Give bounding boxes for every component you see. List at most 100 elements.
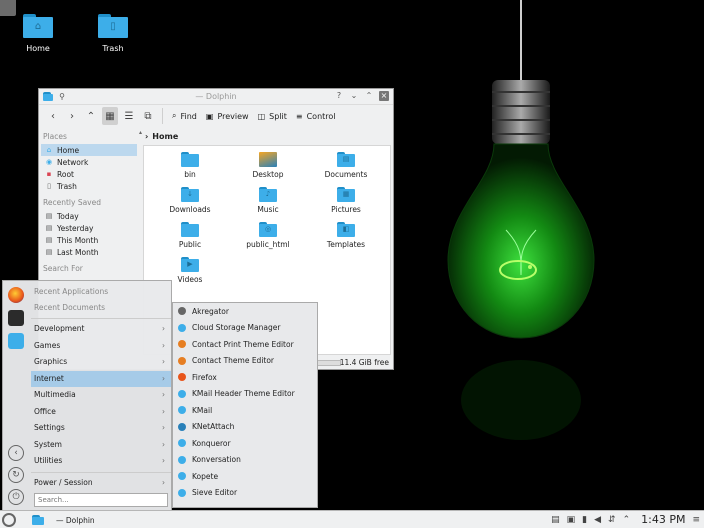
app-icon [178,373,186,382]
file-name: Documents [324,170,368,179]
application-launcher[interactable]: ‹ ↻ ⏻ Recent Applications Recent Documen… [2,280,172,512]
submenu-item[interactable]: Firefox [173,369,317,386]
dolphin-titlebar[interactable]: ⚲ — Dolphin ? ⌄ ⌃ × [39,89,393,105]
submenu-item[interactable]: KNetAttach [173,419,317,436]
back-icon[interactable]: ‹ [8,445,24,461]
place-network[interactable]: ◉ Network [41,156,137,168]
chevron-right-icon: › [162,390,165,399]
dolphin-task-icon[interactable] [32,515,44,525]
chevron-right-icon: › [162,373,165,383]
submenu-item[interactable]: Contact Theme Editor [173,353,317,370]
desktop-icon-home[interactable]: ⌂ Home [8,14,68,53]
app-icon [178,439,186,448]
launcher-category[interactable]: Internet › [31,370,171,387]
launcher-categories: Recent Applications Recent Documents Dev… [31,281,171,491]
internet-submenu[interactable]: Akregator Cloud Storage Manager Contact Pr… [172,302,318,508]
launcher-category[interactable]: Office › [31,404,171,421]
submenu-item[interactable]: Konversation [173,452,317,469]
device-notifier-icon[interactable]: ▣ [567,515,576,525]
file-item[interactable]: Public [160,222,220,249]
shutdown-icon[interactable]: ⏻ [8,489,24,505]
submenu-item[interactable]: Konqueror [173,435,317,452]
submenu-item[interactable]: Akregator [173,303,317,320]
dolphin-icon[interactable] [8,333,24,349]
submenu-item[interactable]: Kopete [173,468,317,485]
lock-screen-icon[interactable]: ↻ [8,467,24,483]
file-item[interactable]: Desktop [238,152,298,179]
category-label: System [34,439,62,449]
preview-button[interactable]: ▣ Preview [203,107,252,125]
public-html-folder-icon: ◎ [259,222,277,237]
calendar-icon: ▤ [45,224,53,232]
file-item[interactable]: ◎ public_html [238,222,298,249]
launcher-category[interactable]: Development › [31,321,171,338]
task-dolphin[interactable]: — Dolphin [56,516,95,525]
category-label: Internet [34,373,64,383]
application-launcher-button[interactable] [2,512,16,527]
place-trash[interactable]: ▯ Trash [41,180,137,192]
up-icon[interactable]: ⌃ [83,107,99,125]
place-home[interactable]: ⌂ Home [41,144,137,156]
pictures-folder-icon: ▦ [337,187,355,202]
recent-last-month[interactable]: ▤ Last Month [41,246,137,258]
preview-icon: ▣ [205,111,214,121]
recent-yesterday[interactable]: ▤ Yesterday [41,222,137,234]
forward-icon[interactable]: › [64,107,80,125]
battery-icon[interactable]: ▮ [582,515,587,525]
category-label: Games [34,340,61,350]
recent-documents[interactable]: Recent Documents [31,300,171,316]
submenu-item[interactable]: Contact Print Theme Editor [173,336,317,353]
submenu-item-label: Akregator [192,306,229,316]
recent-today[interactable]: ▤ Today [41,210,137,222]
help-button[interactable]: ? [334,91,344,101]
terminal-icon[interactable] [8,310,24,326]
launcher-category[interactable]: Settings › [31,420,171,437]
volume-icon[interactable]: ◀ [594,515,601,525]
desktop-icon-trash[interactable]: ▯ Trash [83,14,143,53]
file-item[interactable]: ↓ Downloads [160,187,220,214]
submenu-item-label: Contact Print Theme Editor [192,339,294,349]
submenu-item[interactable]: KMail Header Theme Editor [173,386,317,403]
digital-clock[interactable]: 1:43 PM [641,513,685,526]
launcher-category[interactable]: Games › [31,338,171,355]
launcher-category[interactable]: Graphics › [31,354,171,371]
file-item[interactable]: bin [160,152,220,179]
back-icon[interactable]: ‹ [45,107,61,125]
launcher-category[interactable]: System › [31,437,171,454]
category-label: Power / Session [34,477,93,487]
find-button[interactable]: ⌕ Find [169,107,200,125]
compact-view-icon[interactable]: ☰ [121,107,137,125]
file-name: Templates [326,240,366,249]
panel-menu-icon[interactable]: ≡ [692,515,700,525]
icons-view-icon[interactable]: ▦ [102,107,118,125]
breadcrumb[interactable]: › Home [143,129,393,143]
menu-icon: ≡ [295,111,303,121]
network-icon[interactable]: ⇵ [608,515,616,525]
control-button[interactable]: ≡ Control [293,107,339,125]
file-name: Desktop [252,170,284,179]
file-item[interactable]: ◧ Templates [316,222,376,249]
launcher-category[interactable]: Multimedia › [31,387,171,404]
maximize-button[interactable]: ⌃ [364,91,374,101]
launcher-search-input[interactable] [34,493,168,507]
downloads-folder-icon: ↓ [181,187,199,202]
recent-this-month[interactable]: ▤ This Month [41,234,137,246]
file-item[interactable]: ▤ Documents [316,152,376,179]
submenu-item[interactable]: Sieve Editor [173,485,317,502]
launcher-category[interactable]: Utilities › [31,453,171,470]
firefox-icon[interactable] [8,287,24,303]
details-view-icon[interactable]: ⧉ [140,107,156,125]
file-item[interactable]: ♪ Music [238,187,298,214]
recent-applications[interactable]: Recent Applications [31,284,171,300]
submenu-item[interactable]: Cloud Storage Manager [173,320,317,337]
place-root[interactable]: ▪ Root [41,168,137,180]
split-button[interactable]: ◫ Split [255,107,290,125]
launcher-category[interactable]: Power / Session › [31,475,171,492]
tray-expand-icon[interactable]: ⌃ [623,515,631,525]
minimize-button[interactable]: ⌄ [349,91,359,101]
submenu-item[interactable]: KMail [173,402,317,419]
close-button[interactable]: × [379,91,389,101]
clipboard-icon[interactable]: ▤ [551,515,560,525]
desktop-icon-label: Trash [102,44,124,53]
file-item[interactable]: ▦ Pictures [316,187,376,214]
